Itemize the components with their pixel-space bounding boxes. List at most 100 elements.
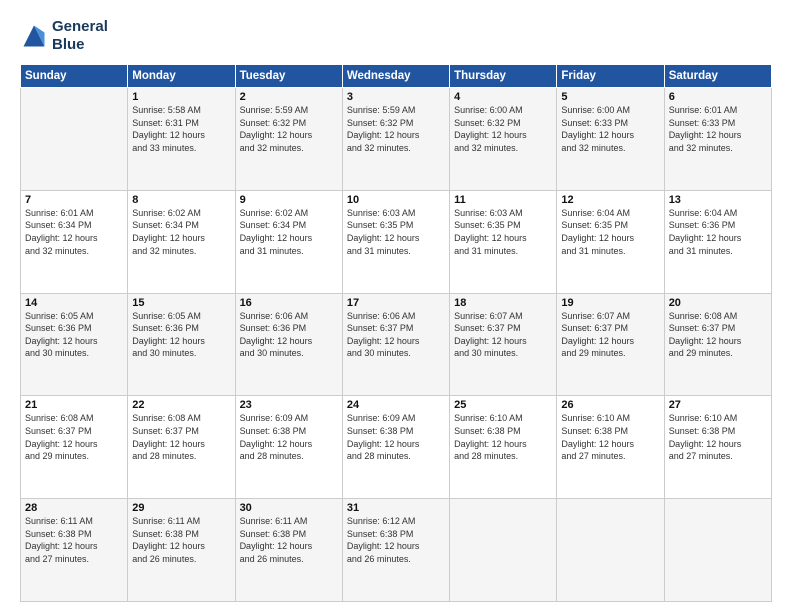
day-number: 30 (240, 502, 338, 514)
day-number: 25 (454, 399, 552, 411)
day-number: 2 (240, 91, 338, 103)
day-number: 13 (669, 194, 767, 206)
cell-info: Sunrise: 6:10 AM Sunset: 6:38 PM Dayligh… (669, 412, 767, 462)
cell-w1-d1 (21, 88, 128, 191)
logo-icon (20, 22, 48, 50)
cell-info: Sunrise: 6:02 AM Sunset: 6:34 PM Dayligh… (132, 207, 230, 257)
cell-info: Sunrise: 6:09 AM Sunset: 6:38 PM Dayligh… (240, 412, 338, 462)
day-number: 31 (347, 502, 445, 514)
cell-w5-d5 (450, 499, 557, 602)
cell-w2-d5: 11Sunrise: 6:03 AM Sunset: 6:35 PM Dayli… (450, 190, 557, 293)
cell-w3-d6: 19Sunrise: 6:07 AM Sunset: 6:37 PM Dayli… (557, 293, 664, 396)
cell-info: Sunrise: 6:04 AM Sunset: 6:36 PM Dayligh… (669, 207, 767, 257)
cell-w3-d5: 18Sunrise: 6:07 AM Sunset: 6:37 PM Dayli… (450, 293, 557, 396)
cell-info: Sunrise: 6:03 AM Sunset: 6:35 PM Dayligh… (454, 207, 552, 257)
page-header: General Blue (20, 18, 772, 54)
day-number: 1 (132, 91, 230, 103)
day-number: 7 (25, 194, 123, 206)
cell-w1-d7: 6Sunrise: 6:01 AM Sunset: 6:33 PM Daylig… (664, 88, 771, 191)
day-number: 6 (669, 91, 767, 103)
day-number: 20 (669, 297, 767, 309)
cell-w3-d4: 17Sunrise: 6:06 AM Sunset: 6:37 PM Dayli… (342, 293, 449, 396)
week-row-4: 21Sunrise: 6:08 AM Sunset: 6:37 PM Dayli… (21, 396, 772, 499)
cell-w1-d4: 3Sunrise: 5:59 AM Sunset: 6:32 PM Daylig… (342, 88, 449, 191)
cell-w2-d7: 13Sunrise: 6:04 AM Sunset: 6:36 PM Dayli… (664, 190, 771, 293)
cell-w5-d7 (664, 499, 771, 602)
day-number: 21 (25, 399, 123, 411)
cell-info: Sunrise: 6:02 AM Sunset: 6:34 PM Dayligh… (240, 207, 338, 257)
cell-w4-d7: 27Sunrise: 6:10 AM Sunset: 6:38 PM Dayli… (664, 396, 771, 499)
cell-info: Sunrise: 6:08 AM Sunset: 6:37 PM Dayligh… (132, 412, 230, 462)
week-row-3: 14Sunrise: 6:05 AM Sunset: 6:36 PM Dayli… (21, 293, 772, 396)
logo: General Blue (20, 18, 108, 54)
cell-w2-d1: 7Sunrise: 6:01 AM Sunset: 6:34 PM Daylig… (21, 190, 128, 293)
cell-info: Sunrise: 6:07 AM Sunset: 6:37 PM Dayligh… (454, 310, 552, 360)
cell-w5-d4: 31Sunrise: 6:12 AM Sunset: 6:38 PM Dayli… (342, 499, 449, 602)
cell-info: Sunrise: 6:07 AM Sunset: 6:37 PM Dayligh… (561, 310, 659, 360)
cell-info: Sunrise: 6:08 AM Sunset: 6:37 PM Dayligh… (669, 310, 767, 360)
cell-w1-d5: 4Sunrise: 6:00 AM Sunset: 6:32 PM Daylig… (450, 88, 557, 191)
col-saturday: Saturday (664, 65, 771, 88)
cell-w5-d2: 29Sunrise: 6:11 AM Sunset: 6:38 PM Dayli… (128, 499, 235, 602)
cell-info: Sunrise: 6:05 AM Sunset: 6:36 PM Dayligh… (25, 310, 123, 360)
cell-info: Sunrise: 6:01 AM Sunset: 6:34 PM Dayligh… (25, 207, 123, 257)
col-tuesday: Tuesday (235, 65, 342, 88)
day-number: 22 (132, 399, 230, 411)
cell-info: Sunrise: 6:11 AM Sunset: 6:38 PM Dayligh… (132, 515, 230, 565)
day-number: 15 (132, 297, 230, 309)
day-number: 28 (25, 502, 123, 514)
calendar-body: 1Sunrise: 5:58 AM Sunset: 6:31 PM Daylig… (21, 88, 772, 602)
cell-info: Sunrise: 5:58 AM Sunset: 6:31 PM Dayligh… (132, 104, 230, 154)
day-number: 19 (561, 297, 659, 309)
day-number: 23 (240, 399, 338, 411)
day-number: 10 (347, 194, 445, 206)
cell-w4-d6: 26Sunrise: 6:10 AM Sunset: 6:38 PM Dayli… (557, 396, 664, 499)
cell-w1-d6: 5Sunrise: 6:00 AM Sunset: 6:33 PM Daylig… (557, 88, 664, 191)
cell-w3-d1: 14Sunrise: 6:05 AM Sunset: 6:36 PM Dayli… (21, 293, 128, 396)
cell-w3-d3: 16Sunrise: 6:06 AM Sunset: 6:36 PM Dayli… (235, 293, 342, 396)
day-number: 24 (347, 399, 445, 411)
cell-w2-d3: 9Sunrise: 6:02 AM Sunset: 6:34 PM Daylig… (235, 190, 342, 293)
cell-info: Sunrise: 5:59 AM Sunset: 6:32 PM Dayligh… (347, 104, 445, 154)
cell-w4-d3: 23Sunrise: 6:09 AM Sunset: 6:38 PM Dayli… (235, 396, 342, 499)
cell-info: Sunrise: 6:12 AM Sunset: 6:38 PM Dayligh… (347, 515, 445, 565)
cell-info: Sunrise: 6:01 AM Sunset: 6:33 PM Dayligh… (669, 104, 767, 154)
day-number: 16 (240, 297, 338, 309)
cell-info: Sunrise: 6:08 AM Sunset: 6:37 PM Dayligh… (25, 412, 123, 462)
cell-info: Sunrise: 6:00 AM Sunset: 6:32 PM Dayligh… (454, 104, 552, 154)
cell-w5-d6 (557, 499, 664, 602)
day-number: 27 (669, 399, 767, 411)
cell-info: Sunrise: 6:09 AM Sunset: 6:38 PM Dayligh… (347, 412, 445, 462)
header-row: Sunday Monday Tuesday Wednesday Thursday… (21, 65, 772, 88)
week-row-2: 7Sunrise: 6:01 AM Sunset: 6:34 PM Daylig… (21, 190, 772, 293)
day-number: 9 (240, 194, 338, 206)
day-number: 8 (132, 194, 230, 206)
cell-info: Sunrise: 5:59 AM Sunset: 6:32 PM Dayligh… (240, 104, 338, 154)
cell-w4-d5: 25Sunrise: 6:10 AM Sunset: 6:38 PM Dayli… (450, 396, 557, 499)
col-friday: Friday (557, 65, 664, 88)
cell-w3-d7: 20Sunrise: 6:08 AM Sunset: 6:37 PM Dayli… (664, 293, 771, 396)
cell-info: Sunrise: 6:06 AM Sunset: 6:37 PM Dayligh… (347, 310, 445, 360)
cell-w2-d4: 10Sunrise: 6:03 AM Sunset: 6:35 PM Dayli… (342, 190, 449, 293)
cell-w2-d6: 12Sunrise: 6:04 AM Sunset: 6:35 PM Dayli… (557, 190, 664, 293)
day-number: 12 (561, 194, 659, 206)
col-thursday: Thursday (450, 65, 557, 88)
col-wednesday: Wednesday (342, 65, 449, 88)
day-number: 4 (454, 91, 552, 103)
week-row-5: 28Sunrise: 6:11 AM Sunset: 6:38 PM Dayli… (21, 499, 772, 602)
cell-w1-d2: 1Sunrise: 5:58 AM Sunset: 6:31 PM Daylig… (128, 88, 235, 191)
cell-w4-d1: 21Sunrise: 6:08 AM Sunset: 6:37 PM Dayli… (21, 396, 128, 499)
cell-w2-d2: 8Sunrise: 6:02 AM Sunset: 6:34 PM Daylig… (128, 190, 235, 293)
day-number: 17 (347, 297, 445, 309)
day-number: 11 (454, 194, 552, 206)
day-number: 18 (454, 297, 552, 309)
logo-text: General Blue (52, 18, 108, 54)
cell-w5-d1: 28Sunrise: 6:11 AM Sunset: 6:38 PM Dayli… (21, 499, 128, 602)
day-number: 5 (561, 91, 659, 103)
cell-w5-d3: 30Sunrise: 6:11 AM Sunset: 6:38 PM Dayli… (235, 499, 342, 602)
col-monday: Monday (128, 65, 235, 88)
calendar-table: Sunday Monday Tuesday Wednesday Thursday… (20, 64, 772, 602)
cell-w3-d2: 15Sunrise: 6:05 AM Sunset: 6:36 PM Dayli… (128, 293, 235, 396)
cell-info: Sunrise: 6:11 AM Sunset: 6:38 PM Dayligh… (25, 515, 123, 565)
cell-w4-d4: 24Sunrise: 6:09 AM Sunset: 6:38 PM Dayli… (342, 396, 449, 499)
